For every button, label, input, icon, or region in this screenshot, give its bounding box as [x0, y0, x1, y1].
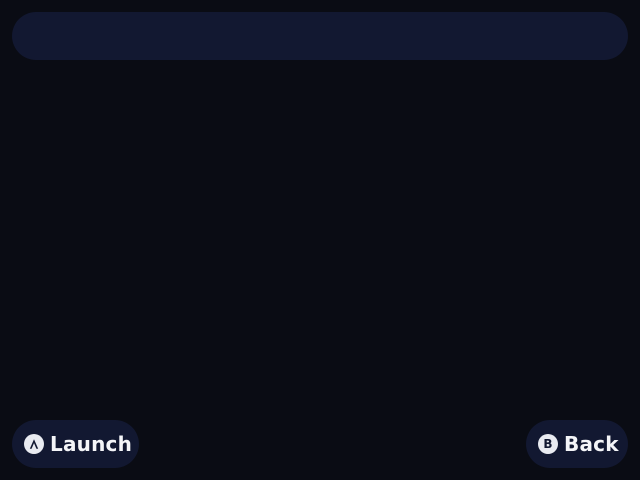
content-area	[12, 72, 628, 408]
launch-button[interactable]: Launch	[12, 420, 139, 468]
top-bar[interactable]	[12, 12, 628, 60]
a-button-icon	[24, 434, 44, 454]
back-button[interactable]: B Back	[526, 420, 628, 468]
b-glyph: B	[543, 437, 553, 451]
back-label: Back	[564, 432, 619, 456]
b-button-icon: B	[538, 434, 558, 454]
launch-label: Launch	[50, 432, 133, 456]
